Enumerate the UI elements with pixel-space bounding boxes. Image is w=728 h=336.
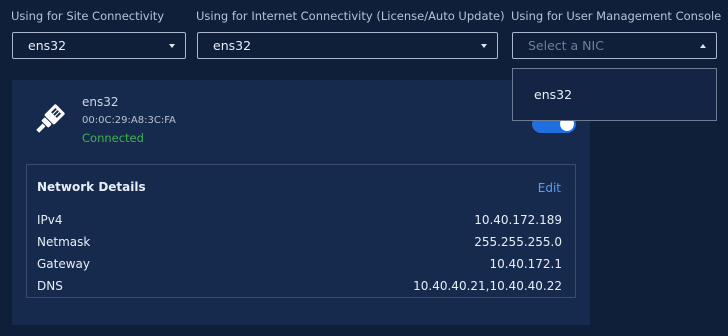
detail-value: 10.40.172.1 bbox=[489, 257, 562, 271]
user-management-placeholder: Select a NIC bbox=[528, 38, 604, 53]
nic-settings-panel: Using for Site Connectivity ens32 Using … bbox=[0, 0, 728, 336]
detail-row-ipv4: IPv4 10.40.172.189 bbox=[37, 213, 562, 231]
detail-row-gateway: Gateway 10.40.172.1 bbox=[37, 257, 562, 275]
network-details-title: Network Details bbox=[37, 180, 146, 194]
detail-row-netmask: Netmask 255.255.255.0 bbox=[37, 235, 562, 253]
detail-key: DNS bbox=[37, 279, 63, 293]
detail-value: 10.40.40.21,10.40.40.22 bbox=[413, 279, 562, 293]
dropdown-option-ens32[interactable]: ens32 bbox=[534, 87, 572, 102]
chevron-down-icon bbox=[481, 44, 487, 48]
nic-card: ens32 00:0C:29:A8:3C:FA Connected Networ… bbox=[12, 80, 590, 325]
detail-key: Gateway bbox=[37, 257, 91, 271]
detail-key: IPv4 bbox=[37, 213, 63, 227]
internet-connectivity-value: ens32 bbox=[213, 38, 252, 53]
nic-name: ens32 bbox=[82, 95, 119, 109]
detail-value: 10.40.172.189 bbox=[474, 213, 562, 227]
nic-mac-address: 00:0C:29:A8:3C:FA bbox=[82, 115, 176, 126]
edit-link[interactable]: Edit bbox=[538, 181, 561, 195]
chevron-down-icon bbox=[169, 44, 175, 48]
chevron-up-icon bbox=[700, 44, 706, 48]
user-management-label: Using for User Management Console bbox=[511, 9, 722, 23]
internet-connectivity-select[interactable]: ens32 bbox=[197, 32, 498, 59]
user-management-select[interactable]: Select a NIC bbox=[512, 32, 717, 59]
user-management-dropdown-menu: ens32 bbox=[512, 68, 717, 121]
detail-value: 255.255.255.0 bbox=[474, 235, 562, 249]
network-details-box: Network Details Edit IPv4 10.40.172.189 … bbox=[26, 164, 576, 298]
site-connectivity-label: Using for Site Connectivity bbox=[11, 9, 165, 23]
site-connectivity-value: ens32 bbox=[28, 38, 67, 53]
detail-row-dns: DNS 10.40.40.21,10.40.40.22 bbox=[37, 279, 562, 297]
internet-connectivity-label: Using for Internet Connectivity (License… bbox=[196, 9, 505, 23]
nic-status: Connected bbox=[82, 131, 144, 145]
detail-key: Netmask bbox=[37, 235, 91, 249]
site-connectivity-select[interactable]: ens32 bbox=[12, 32, 186, 59]
ethernet-plug-icon bbox=[36, 104, 65, 133]
